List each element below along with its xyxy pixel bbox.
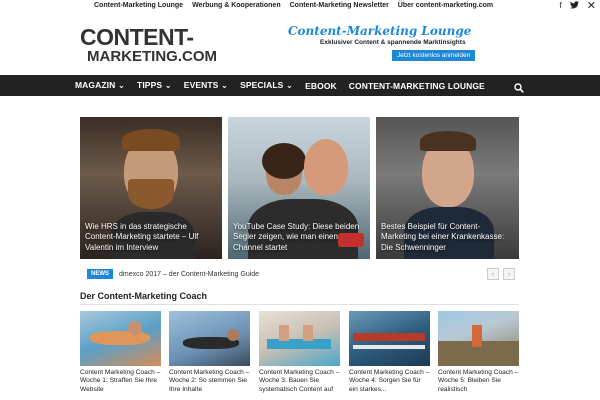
logo-line-2: MARKETING.COM: [87, 48, 217, 65]
twitter-icon[interactable]: [569, 0, 579, 12]
card-title[interactable]: Content Marketing Coach – Woche 5: Bleib…: [438, 369, 519, 394]
nav-item-lounge[interactable]: CONTENT-MARKETING LOUNGE: [349, 81, 485, 91]
card-image[interactable]: [259, 311, 340, 366]
card-image[interactable]: [438, 311, 519, 366]
nav-item-magazin[interactable]: MAGAZIN ⌄: [75, 80, 125, 91]
featured-caption-3: Bestes Beispiel für Content-Marketing be…: [381, 221, 505, 252]
featured-article-1[interactable]: Wie HRS in das strategische Content-Mark…: [80, 117, 222, 259]
top-link-newsletter[interactable]: Content-Marketing Newsletter: [290, 1, 389, 11]
card-title[interactable]: Content Marketing Coach – Woche 3: Bauen…: [259, 369, 340, 394]
nav-item-specials[interactable]: SPECIALS ⌄: [240, 80, 293, 91]
nav-item-events[interactable]: EVENTS ⌄: [184, 80, 228, 91]
lounge-banner[interactable]: Content-Marketing Lounge Exklusiver Cont…: [288, 24, 488, 69]
coach-cards: Content Marketing Coach – Woche 1: Straf…: [80, 311, 520, 400]
news-badge: NEWS: [87, 269, 113, 279]
banner-signup-button[interactable]: Jetzt kostenlos anmelden: [392, 50, 476, 61]
featured-article-3[interactable]: Bestes Beispiel für Content-Marketing be…: [376, 117, 519, 259]
person-head: [304, 139, 348, 195]
facebook-icon[interactable]: f: [560, 1, 562, 11]
coach-card-2[interactable]: Content Marketing Coach – Woche 2: So st…: [169, 311, 250, 394]
nav-item-ebook[interactable]: EBOOK: [305, 81, 337, 91]
banner-title: Content-Marketing Lounge: [288, 24, 472, 38]
card-title[interactable]: Content Marketing Coach – Woche 2: So st…: [169, 369, 250, 394]
top-links: Content-Marketing Lounge Werbung & Koope…: [94, 1, 502, 11]
card-title[interactable]: Content Marketing Coach – Woche 4: Sorge…: [349, 369, 430, 394]
top-link-werbung[interactable]: Werbung & Kooperationen: [192, 1, 281, 11]
coach-card-3[interactable]: Content Marketing Coach – Woche 3: Bauen…: [259, 311, 340, 394]
top-link-lounge[interactable]: Content-Marketing Lounge: [94, 1, 183, 11]
social-icons: f ✕: [560, 0, 596, 12]
featured-article-2[interactable]: YouTube Case Study: Diese beiden Segler …: [228, 117, 370, 259]
person-hair: [262, 143, 306, 179]
x-twitter-icon[interactable]: ✕: [587, 1, 596, 12]
chevron-left-icon[interactable]: ‹: [487, 268, 499, 280]
top-link-about[interactable]: Über content-marketing.com: [398, 1, 493, 11]
news-ticker: NEWS dmexco 2017 – der Content-Marketing…: [87, 268, 259, 280]
section-title: Der Content-Marketing Coach: [80, 291, 208, 301]
search-icon[interactable]: [514, 80, 524, 93]
ticker-headline[interactable]: dmexco 2017 – der Content-Marketing Guid…: [119, 271, 259, 278]
coach-card-4[interactable]: Content Marketing Coach – Woche 4: Sorge…: [349, 311, 430, 394]
banner-subtitle: Exklusiver Content & spannende Marktinsi…: [320, 39, 466, 46]
featured-caption-2: YouTube Case Study: Diese beiden Segler …: [233, 221, 360, 252]
card-image[interactable]: [349, 311, 430, 366]
logo-line-1: CONTENT-: [80, 24, 194, 50]
card-title[interactable]: Content Marketing Coach – Woche 1: Straf…: [80, 369, 161, 394]
card-image[interactable]: [80, 311, 161, 366]
site-logo[interactable]: CONTENT- MARKETING.COM: [80, 24, 217, 66]
person-beard: [128, 179, 174, 209]
chevron-right-icon[interactable]: ›: [503, 268, 515, 280]
ticker-controls: ‹ ›: [487, 268, 515, 280]
nav-item-tipps[interactable]: TIPPS ⌄: [137, 80, 172, 91]
section-divider: [80, 304, 519, 305]
featured-caption-1: Wie HRS in das strategische Content-Mark…: [85, 221, 199, 252]
card-image[interactable]: [169, 311, 250, 366]
coach-card-5[interactable]: Content Marketing Coach – Woche 5: Bleib…: [438, 311, 519, 394]
main-nav: MAGAZIN ⌄ TIPPS ⌄ EVENTS ⌄ SPECIALS ⌄ EB…: [0, 75, 600, 96]
person-hair: [122, 129, 180, 151]
site-header: CONTENT- MARKETING.COM Content-Marketing…: [0, 12, 600, 75]
coach-card-1[interactable]: Content Marketing Coach – Woche 1: Straf…: [80, 311, 161, 394]
person-hair: [420, 131, 476, 151]
top-bar: Content-Marketing Lounge Werbung & Koope…: [0, 0, 600, 12]
